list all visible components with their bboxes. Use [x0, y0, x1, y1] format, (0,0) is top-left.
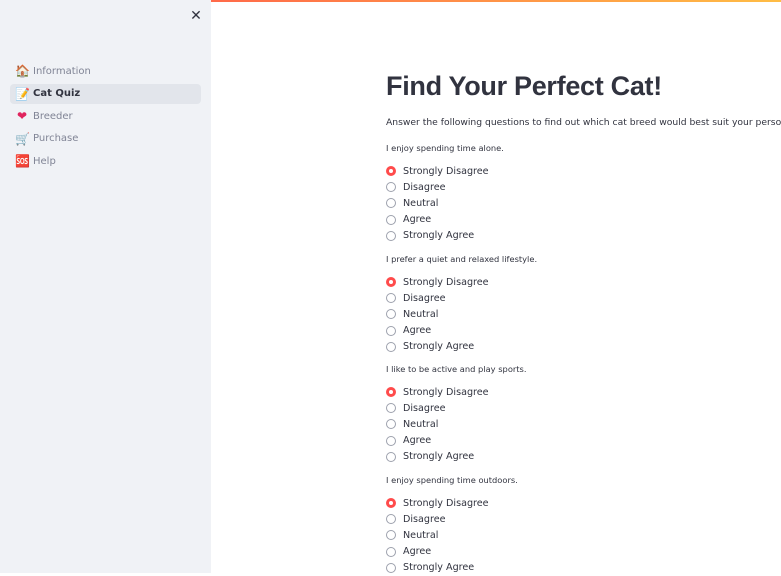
sidebar-item-label: Information — [33, 65, 91, 77]
radio-label: Strongly Disagree — [403, 497, 489, 509]
radio-button[interactable] — [386, 277, 396, 288]
question-label: I like to be active and play sports. — [386, 364, 527, 374]
sidebar-item-breeder[interactable]: ❤ Breeder — [10, 106, 201, 126]
radio-button[interactable] — [386, 514, 396, 525]
radio-option[interactable]: Agree — [386, 323, 537, 339]
sidebar-item-label: Purchase — [33, 133, 79, 145]
question-label: I enjoy spending time outdoors. — [386, 475, 518, 485]
question-group: I prefer a quiet and relaxed lifestyle. … — [386, 252, 537, 355]
radio-label: Strongly Disagree — [403, 386, 489, 398]
radio-option[interactable]: Strongly Agree — [386, 449, 527, 465]
radio-button[interactable] — [386, 387, 396, 398]
radio-option[interactable]: Neutral — [386, 416, 527, 432]
radio-option[interactable]: Strongly Disagree — [386, 384, 527, 400]
close-icon: ✕ — [190, 8, 202, 24]
radio-label: Neutral — [403, 418, 439, 430]
heart-icon: ❤ — [16, 109, 28, 124]
radio-option[interactable]: Neutral — [386, 195, 504, 211]
radio-label: Agree — [403, 546, 432, 558]
radio-button[interactable] — [386, 182, 396, 193]
radio-group: Strongly Disagree Disagree Neutral Agree… — [386, 384, 527, 465]
radio-option[interactable]: Disagree — [386, 400, 527, 416]
radio-label: Neutral — [403, 308, 439, 320]
radio-button[interactable] — [386, 546, 396, 557]
radio-button[interactable] — [386, 309, 396, 320]
question-group: I like to be active and play sports. Str… — [386, 362, 527, 465]
radio-option[interactable]: Strongly Agree — [386, 339, 537, 355]
house-icon: 🏠 — [15, 64, 30, 78]
radio-button[interactable] — [386, 530, 396, 541]
radio-button[interactable] — [386, 498, 396, 509]
close-sidebar-button[interactable]: ✕ — [187, 7, 205, 25]
radio-label: Neutral — [403, 529, 439, 541]
radio-button[interactable] — [386, 562, 396, 573]
radio-button[interactable] — [386, 166, 396, 177]
radio-label: Strongly Agree — [403, 341, 475, 353]
sidebar-item-cat-quiz[interactable]: 📝 Cat Quiz — [10, 83, 201, 104]
radio-label: Disagree — [403, 292, 446, 304]
radio-label: Agree — [403, 325, 432, 337]
sidebar: ✕ 🏠 Information 📝 Cat Quiz ❤ Breeder 🛒 P… — [0, 0, 211, 573]
radio-label: Strongly Agree — [403, 562, 475, 574]
radio-option[interactable]: Strongly Disagree — [386, 495, 518, 511]
sos-icon: 🆘 — [15, 154, 30, 169]
radio-option[interactable]: Strongly Disagree — [386, 163, 504, 179]
radio-button[interactable] — [386, 325, 396, 336]
radio-label: Disagree — [403, 513, 446, 525]
sidebar-item-label: Breeder — [33, 110, 73, 122]
radio-label: Agree — [403, 435, 432, 447]
radio-label: Disagree — [403, 402, 446, 414]
radio-option[interactable]: Strongly Agree — [386, 228, 504, 244]
radio-label: Strongly Agree — [403, 230, 475, 242]
radio-label: Disagree — [403, 181, 446, 193]
question-label: I enjoy spending time alone. — [386, 143, 504, 153]
page-title: Find Your Perfect Cat! — [386, 71, 662, 101]
radio-button[interactable] — [386, 214, 396, 225]
radio-group: Strongly Disagree Disagree Neutral Agree… — [386, 274, 537, 355]
radio-option[interactable]: Disagree — [386, 290, 537, 306]
radio-button[interactable] — [386, 403, 396, 414]
question-group: I enjoy spending time outdoors. Strongly… — [386, 473, 518, 576]
radio-button[interactable] — [386, 293, 396, 304]
radio-button[interactable] — [386, 198, 396, 209]
radio-group: Strongly Disagree Disagree Neutral Agree… — [386, 495, 518, 576]
sidebar-item-help[interactable]: 🆘 Help — [10, 151, 201, 171]
radio-option[interactable]: Strongly Agree — [386, 560, 518, 576]
memo-icon: 📝 — [15, 86, 30, 101]
sidebar-item-information[interactable]: 🏠 Information — [10, 61, 201, 81]
sidebar-item-label: Cat Quiz — [33, 88, 81, 100]
question-label: I prefer a quiet and relaxed lifestyle. — [386, 254, 538, 264]
radio-option[interactable]: Agree — [386, 433, 527, 449]
radio-button[interactable] — [386, 435, 396, 446]
radio-label: Agree — [403, 214, 432, 226]
radio-option[interactable]: Strongly Disagree — [386, 274, 537, 290]
radio-group: Strongly Disagree Disagree Neutral Agree… — [386, 163, 504, 244]
radio-label: Strongly Disagree — [403, 165, 489, 177]
radio-button[interactable] — [386, 230, 396, 241]
sidebar-nav: 🏠 Information 📝 Cat Quiz ❤ Breeder 🛒 Pur… — [10, 61, 201, 174]
radio-button[interactable] — [386, 451, 396, 462]
radio-button[interactable] — [386, 419, 396, 430]
intro-text: Answer the following questions to find o… — [386, 117, 781, 128]
radio-option[interactable]: Agree — [386, 212, 504, 228]
radio-label: Neutral — [403, 197, 439, 209]
radio-label: Strongly Agree — [403, 451, 475, 463]
shopping-cart-icon: 🛒 — [15, 131, 30, 146]
radio-option[interactable]: Neutral — [386, 527, 518, 543]
radio-option[interactable]: Agree — [386, 544, 518, 560]
radio-option[interactable]: Disagree — [386, 179, 504, 195]
sidebar-item-label: Help — [33, 155, 56, 167]
radio-option[interactable]: Disagree — [386, 511, 518, 527]
radio-option[interactable]: Neutral — [386, 306, 537, 322]
radio-label: Strongly Disagree — [403, 276, 489, 288]
radio-button[interactable] — [386, 341, 396, 352]
sidebar-item-purchase[interactable]: 🛒 Purchase — [10, 129, 201, 149]
question-group: I enjoy spending time alone. Strongly Di… — [386, 141, 504, 244]
